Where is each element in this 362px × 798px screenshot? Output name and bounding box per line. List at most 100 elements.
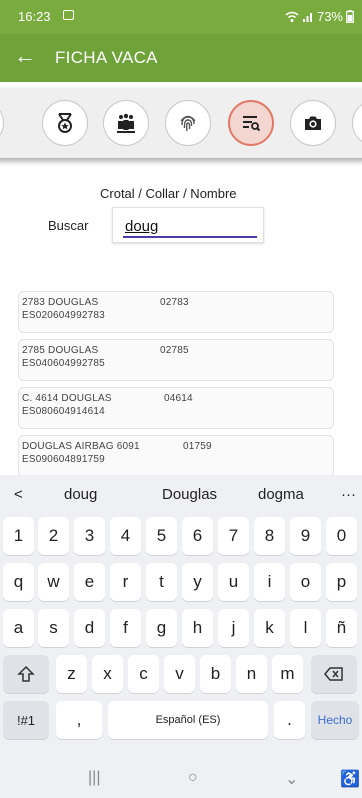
key[interactable]: 6 — [182, 517, 213, 555]
key[interactable]: f — [110, 609, 141, 647]
suggestion-bar: < doug Douglas dogma ··· — [0, 475, 362, 515]
key[interactable]: h — [182, 609, 213, 647]
key[interactable]: k — [254, 609, 285, 647]
tab-medal[interactable] — [42, 100, 88, 146]
key-row-numbers: 1 2 3 4 5 6 7 8 9 0 — [0, 517, 362, 557]
key-row-1: q w e r t y u i o p — [0, 563, 362, 603]
key[interactable]: v — [164, 655, 195, 693]
search-box — [112, 207, 264, 243]
tab-camera[interactable] — [290, 100, 336, 146]
key[interactable]: 1 — [3, 517, 34, 555]
page-title: FICHA VACA — [55, 48, 158, 67]
backspace-key[interactable] — [311, 655, 357, 693]
tab-search-list[interactable] — [228, 100, 274, 146]
key[interactable]: o — [290, 563, 321, 601]
key[interactable]: r — [110, 563, 141, 601]
key-row-bottom: !#1 , Español (ES) . Hecho — [0, 701, 362, 741]
comma-key[interactable]: , — [56, 701, 102, 739]
item-name: 2785 DOUGLAS — [22, 345, 99, 356]
key[interactable]: 5 — [146, 517, 177, 555]
status-bar: 16:23 73% — [0, 0, 362, 34]
key-row-3: z x c v b n m — [0, 655, 362, 695]
suggestion-word[interactable]: Douglas — [162, 486, 217, 503]
key[interactable]: y — [182, 563, 213, 601]
done-key[interactable]: Hecho — [311, 701, 359, 739]
item-name: C. 4614 DOUGLAS — [22, 393, 112, 404]
tab-herd[interactable] — [103, 100, 149, 146]
suggestion-word[interactable]: dogma — [258, 486, 304, 503]
tab-fingerprint[interactable] — [165, 100, 211, 146]
key[interactable]: w — [38, 563, 69, 601]
key[interactable]: 8 — [254, 517, 285, 555]
tab-partial-left[interactable] — [0, 100, 4, 146]
key[interactable]: d — [74, 609, 105, 647]
suggestion-back-button[interactable]: < — [14, 486, 23, 503]
key[interactable]: b — [200, 655, 231, 693]
recents-icon[interactable]: ||| — [88, 769, 100, 787]
results-list: 2783 DOUGLAS 02783 ES020604992783 2785 D… — [18, 291, 334, 483]
key[interactable]: p — [326, 563, 357, 601]
shift-icon — [17, 665, 35, 682]
suggestion-word[interactable]: doug — [64, 486, 97, 503]
app-bar: ← FICHA VACA — [0, 34, 362, 82]
camera-icon — [305, 116, 321, 130]
item-ear-tag: ES020604992783 — [22, 310, 105, 321]
accessibility-icon[interactable]: ♿ — [340, 769, 360, 789]
key[interactable]: e — [74, 563, 105, 601]
key[interactable]: 0 — [326, 517, 357, 555]
key[interactable]: g — [146, 609, 177, 647]
key[interactable]: 7 — [218, 517, 249, 555]
backspace-icon — [324, 667, 343, 681]
key[interactable]: 2 — [38, 517, 69, 555]
item-ear-tag: ES040604992785 — [22, 358, 105, 369]
symbols-key[interactable]: !#1 — [3, 701, 49, 739]
key[interactable]: s — [38, 609, 69, 647]
key[interactable]: u — [218, 563, 249, 601]
key[interactable]: 9 — [290, 517, 321, 555]
list-item[interactable]: 2785 DOUGLAS 02785 ES040604992785 — [18, 339, 334, 381]
key[interactable]: j — [218, 609, 249, 647]
key[interactable]: ñ — [326, 609, 357, 647]
key[interactable]: c — [128, 655, 159, 693]
icon-tab-strip — [0, 88, 362, 158]
arrow-left-icon[interactable]: ← — [14, 43, 36, 69]
period-key[interactable]: . — [274, 701, 305, 739]
item-ear-tag: ES090604891759 — [22, 454, 105, 465]
list-item[interactable]: C. 4614 DOUGLAS 04614 ES080604914614 — [18, 387, 334, 429]
key[interactable]: n — [236, 655, 267, 693]
key-row-2: a s d f g h j k l ñ — [0, 609, 362, 649]
space-key[interactable]: Español (ES) — [108, 701, 268, 739]
list-item[interactable]: DOUGLAS AIRBAG 6091 01759 ES090604891759 — [18, 435, 334, 477]
medal-icon — [58, 113, 72, 133]
back-icon[interactable]: ⌄ — [285, 769, 298, 789]
key[interactable]: q — [3, 563, 34, 601]
status-right: 73% — [285, 9, 354, 24]
key[interactable]: a — [3, 609, 34, 647]
item-name: DOUGLAS AIRBAG 6091 — [22, 441, 140, 452]
key[interactable]: 3 — [74, 517, 105, 555]
home-icon[interactable]: ○ — [188, 769, 198, 787]
wifi-icon — [285, 11, 299, 22]
item-code: 02785 — [160, 345, 189, 356]
tab-partial-right[interactable] — [352, 100, 362, 146]
key[interactable]: 4 — [110, 517, 141, 555]
soft-keyboard: < doug Douglas dogma ··· 1 2 3 4 5 6 7 8… — [0, 475, 362, 759]
status-time: 16:23 — [18, 9, 51, 24]
key[interactable]: i — [254, 563, 285, 601]
item-code: 02783 — [160, 297, 189, 308]
search-label: Buscar — [48, 218, 89, 233]
search-input[interactable] — [123, 216, 257, 238]
suggestion-more-button[interactable]: ··· — [341, 486, 356, 503]
item-code: 04614 — [164, 393, 193, 404]
list-item[interactable]: 2783 DOUGLAS 02783 ES020604992783 — [18, 291, 334, 333]
key[interactable]: t — [146, 563, 177, 601]
signal-icon — [302, 12, 312, 22]
key[interactable]: z — [56, 655, 87, 693]
item-code: 01759 — [183, 441, 212, 452]
shift-key[interactable] — [3, 655, 49, 693]
key[interactable]: l — [290, 609, 321, 647]
key[interactable]: x — [92, 655, 123, 693]
key[interactable]: m — [272, 655, 303, 693]
search-list-icon — [243, 116, 261, 132]
herd-icon — [117, 113, 135, 133]
